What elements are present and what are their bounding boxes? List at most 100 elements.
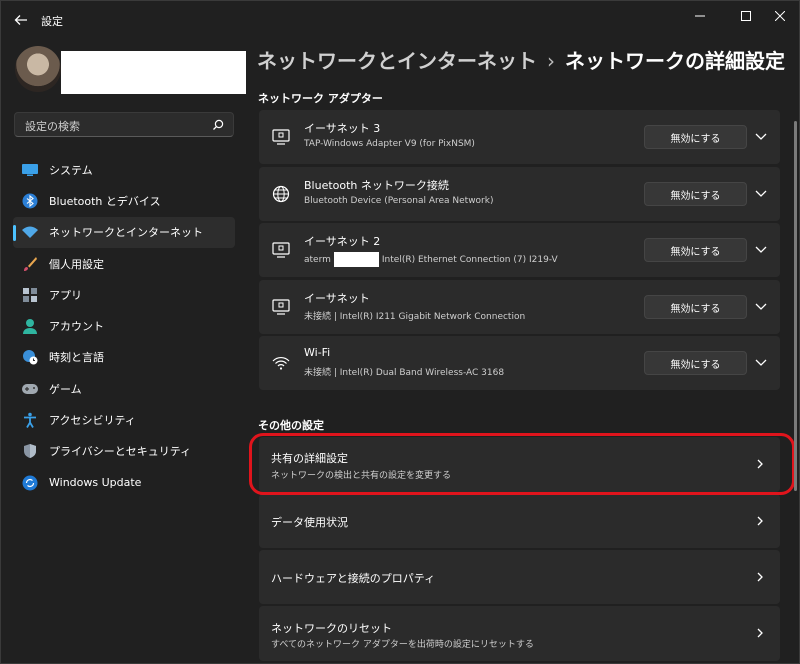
sidebar-item-label: アクセシビリティ <box>49 414 136 428</box>
monitor-icon <box>21 161 39 179</box>
sidebar-item-accessibility[interactable]: アクセシビリティ <box>13 404 235 435</box>
adapter-card-ethernet-2[interactable]: イーサネット 2 aterm Intel(R) Ethernet Connecti… <box>259 223 780 277</box>
avatar <box>15 46 61 92</box>
windows-update-icon <box>21 474 39 492</box>
bluetooth-icon <box>21 192 39 210</box>
minimize-button[interactable] <box>677 1 723 31</box>
sidebar-item-label: ゲーム <box>49 382 82 396</box>
sidebar-nav: システム Bluetooth とデバイス ネットワークとインターネット 個人用設… <box>13 154 235 498</box>
sidebar-item-label: 個人用設定 <box>49 257 104 271</box>
other-settings-section-title: その他の設定 <box>258 419 324 432</box>
breadcrumb-separator: › <box>547 49 555 73</box>
hardware-connection-properties-link[interactable]: ハードウェアと接続のプロパティ <box>259 550 780 604</box>
wifi-icon <box>21 223 39 241</box>
sidebar-item-system[interactable]: システム <box>13 154 235 185</box>
apps-icon <box>21 286 39 304</box>
network-globe-icon <box>272 185 290 203</box>
chevron-down-icon[interactable] <box>754 355 768 369</box>
adapter-desc-prefix: aterm <box>304 255 331 265</box>
adapter-desc-suffix: Intel(R) Ethernet Connection (7) I219-V <box>381 255 558 265</box>
sidebar-item-network[interactable]: ネットワークとインターネット <box>13 216 235 248</box>
chevron-down-icon[interactable] <box>754 242 768 256</box>
highlight-annotation <box>249 433 795 495</box>
sidebar-item-apps[interactable]: アプリ <box>13 279 235 310</box>
title-bar: 設定 <box>1 1 800 39</box>
maximize-icon <box>741 11 751 21</box>
adapter-description: 未接続 | Intel(R) Dual Band Wireless-AC 316… <box>304 368 505 378</box>
globe-clock-icon <box>21 348 39 366</box>
account-icon <box>21 317 39 335</box>
sidebar-item-label: Windows Update <box>49 476 142 490</box>
sidebar-item-label: ネットワークとインターネット <box>49 226 203 240</box>
adapter-name: Bluetooth ネットワーク接続 <box>304 179 449 192</box>
adapter-name: Wi-Fi <box>304 346 331 359</box>
ethernet-icon <box>272 299 290 315</box>
sidebar-item-time-language[interactable]: 時刻と言語 <box>13 342 235 373</box>
back-button[interactable] <box>9 8 33 32</box>
adapter-name: イーサネット 3 <box>304 122 381 135</box>
adapter-card-wifi[interactable]: Wi-Fi 未接続 | Intel(R) Dual Band Wireless-… <box>259 336 780 390</box>
search-box[interactable]: 設定の検索 <box>14 112 234 137</box>
data-usage-link[interactable]: データ使用状況 <box>259 494 780 548</box>
sidebar-item-windows-update[interactable]: Windows Update <box>13 467 235 498</box>
sidebar-item-label: Bluetooth とデバイス <box>49 194 161 208</box>
sidebar-item-accounts[interactable]: アカウント <box>13 310 235 341</box>
sidebar-item-label: 時刻と言語 <box>49 351 104 365</box>
close-icon <box>775 11 785 21</box>
chevron-down-icon[interactable] <box>754 129 768 143</box>
gamepad-icon <box>21 380 39 398</box>
chevron-right-icon <box>757 516 763 526</box>
accessibility-icon <box>21 411 39 429</box>
shield-icon <box>21 442 39 460</box>
search-input[interactable]: 設定の検索 <box>25 118 80 134</box>
disable-button[interactable]: 無効にする <box>644 351 747 375</box>
adapter-name: イーサネット <box>304 292 370 305</box>
disable-button[interactable]: 無効にする <box>644 238 747 262</box>
disable-button[interactable]: 無効にする <box>644 295 747 319</box>
chevron-down-icon[interactable] <box>754 299 768 313</box>
link-title: ハードウェアと接続のプロパティ <box>271 572 436 585</box>
back-arrow-icon <box>14 15 27 25</box>
sidebar-item-personalization[interactable]: 個人用設定 <box>13 248 235 279</box>
disable-button[interactable]: 無効にする <box>644 125 747 149</box>
page-title: ネットワークの詳細設定 <box>565 49 785 73</box>
close-button[interactable] <box>757 1 800 31</box>
ethernet-icon <box>272 242 290 258</box>
redacted-area <box>333 252 379 267</box>
adapter-card-ethernet[interactable]: イーサネット 未接続 | Intel(R) I211 Gigabit Netwo… <box>259 280 780 334</box>
app-title: 設定 <box>41 15 63 28</box>
adapter-card-bluetooth-network[interactable]: Bluetooth ネットワーク接続 Bluetooth Device (Per… <box>259 167 780 221</box>
sidebar-item-gaming[interactable]: ゲーム <box>13 373 235 404</box>
sidebar-item-label: システム <box>49 163 93 177</box>
sidebar-item-label: プライバシーとセキュリティ <box>49 445 192 459</box>
sidebar-item-label: アカウント <box>49 320 104 334</box>
link-title: ネットワークのリセット <box>271 622 392 635</box>
chevron-right-icon <box>757 572 763 582</box>
adapter-description: TAP-Windows Adapter V9 (for PixNSM) <box>304 139 475 149</box>
scrollbar[interactable] <box>794 121 797 491</box>
brush-icon <box>21 255 39 273</box>
breadcrumb: ネットワークとインターネット › ネットワークの詳細設定 <box>257 45 785 74</box>
chevron-down-icon[interactable] <box>754 186 768 200</box>
adapters-section-title: ネットワーク アダプター <box>258 92 383 105</box>
adapter-description: aterm Intel(R) Ethernet Connection (7) I2… <box>304 252 558 267</box>
wifi-icon <box>272 357 290 370</box>
profile-name <box>61 51 246 94</box>
sidebar-item-bluetooth[interactable]: Bluetooth とデバイス <box>13 185 235 216</box>
link-description: すべてのネットワーク アダプターを出荷時の設定にリセットする <box>271 640 534 650</box>
disable-button[interactable]: 無効にする <box>644 182 747 206</box>
breadcrumb-parent-link[interactable]: ネットワークとインターネット <box>257 49 537 73</box>
chevron-right-icon <box>757 628 763 638</box>
sidebar-item-label: アプリ <box>49 288 82 302</box>
settings-window: 設定 設定の検索 システム Bluetooth とデバイス ネットワークとインタ… <box>0 0 800 664</box>
link-title: データ使用状況 <box>271 516 348 529</box>
network-reset-link[interactable]: ネットワークのリセット すべてのネットワーク アダプターを出荷時の設定にリセット… <box>259 606 780 661</box>
ethernet-icon <box>272 129 290 145</box>
search-icon <box>213 119 224 130</box>
adapter-card-ethernet-3[interactable]: イーサネット 3 TAP-Windows Adapter V9 (for Pix… <box>259 110 780 164</box>
adapter-name: イーサネット 2 <box>304 235 381 248</box>
sidebar-item-privacy-security[interactable]: プライバシーとセキュリティ <box>13 436 235 467</box>
adapter-description: 未接続 | Intel(R) I211 Gigabit Network Conn… <box>304 312 526 322</box>
minimize-icon <box>695 15 705 17</box>
adapter-description: Bluetooth Device (Personal Area Network) <box>304 196 494 206</box>
